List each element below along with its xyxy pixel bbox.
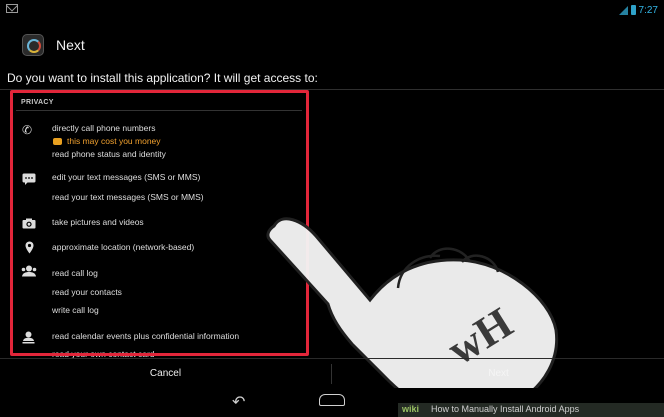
pointing-hand-illustration: wH (266, 217, 559, 412)
cancel-button[interactable]: Cancel (0, 359, 331, 389)
button-separator (331, 364, 332, 384)
home-icon[interactable] (319, 394, 345, 406)
next-button[interactable]: Next (333, 359, 664, 389)
button-row: Cancel Next (0, 358, 664, 389)
watermark-title: How to Manually Install Android Apps (431, 404, 580, 414)
watermark-brand: wiki (402, 404, 420, 414)
back-icon[interactable]: ↶ (232, 392, 245, 412)
wikihow-watermark: wiki How to Manually Install Android App… (398, 403, 664, 417)
